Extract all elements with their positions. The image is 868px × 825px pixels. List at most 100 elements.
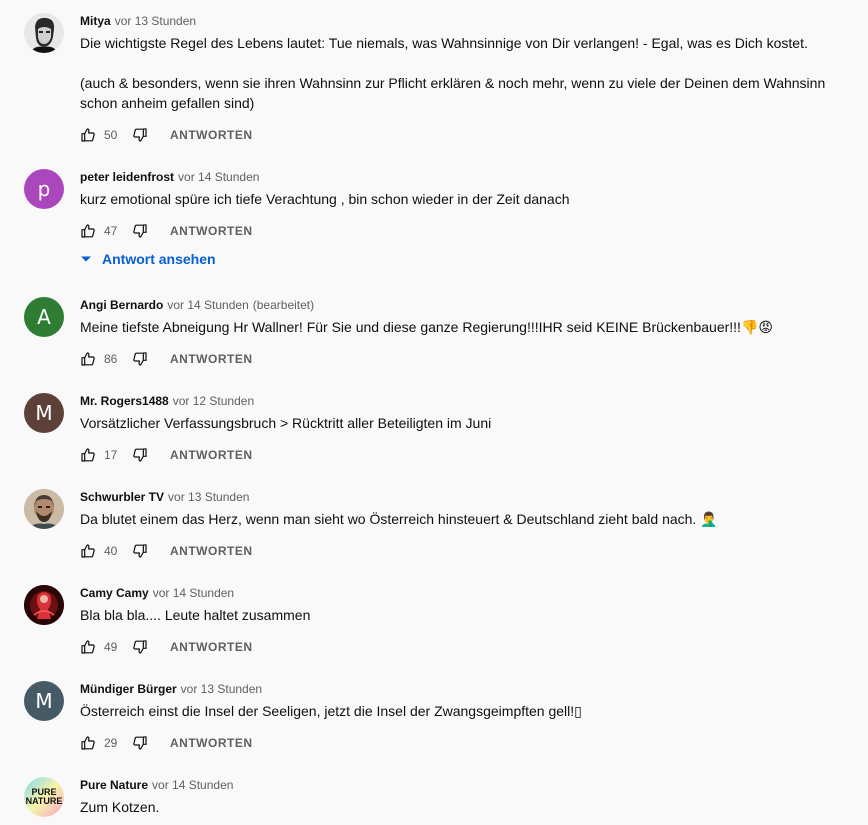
edited-label: (bearbeitet): [252, 298, 315, 312]
thumbs-down-icon: [133, 448, 147, 462]
thumbs-down-icon: [133, 128, 147, 142]
thumbs-up-icon: [81, 448, 95, 462]
comment-paragraph: kurz emotional spüre ich tiefe Verachtun…: [80, 191, 570, 207]
like-button[interactable]: [80, 447, 96, 463]
dislike-button[interactable]: [132, 543, 148, 559]
comment-text: kurz emotional spüre ich tiefe Verachtun…: [80, 189, 860, 209]
like-count: 50: [104, 128, 118, 142]
like-count: 49: [104, 640, 118, 654]
avatar[interactable]: PURE NATURE: [24, 777, 64, 817]
like-button[interactable]: [80, 543, 96, 559]
comment-paragraph: Die wichtigste Regel des Lebens lautet: …: [80, 35, 808, 51]
comment-header: Mr. Rogers1488 vor 12 Stunden: [80, 393, 254, 409]
dislike-button[interactable]: [132, 639, 148, 655]
like-button[interactable]: [80, 351, 96, 367]
comment-header: Angi Bernardo vor 14 Stunden (bearbeitet): [80, 297, 314, 313]
avatar[interactable]: A: [24, 297, 64, 337]
avatar[interactable]: M: [24, 681, 64, 721]
comment-header: peter leidenfrost vor 14 Stunden: [80, 169, 259, 185]
dislike-button[interactable]: [132, 351, 148, 367]
comment-author[interactable]: Pure Nature: [80, 778, 148, 792]
avatar-portrait-icon: [24, 585, 64, 625]
reply-button[interactable]: ANTWORTEN: [170, 640, 253, 654]
avatar[interactable]: p: [24, 169, 64, 209]
like-button[interactable]: [80, 735, 96, 751]
reply-button[interactable]: ANTWORTEN: [170, 352, 253, 366]
comment-actions: 86 ANTWORTEN: [80, 349, 253, 369]
comment-paragraph: Bla bla bla.... Leute haltet zusammen: [80, 607, 311, 623]
thumbs-down-icon: [133, 224, 147, 238]
comment-header: Schwurbler TV vor 13 Stunden: [80, 489, 249, 505]
avatar[interactable]: [24, 585, 64, 625]
dislike-button[interactable]: [132, 735, 148, 751]
comment-actions: 47 ANTWORTEN: [80, 221, 253, 241]
thumbs-down-icon: [133, 352, 147, 366]
thumbs-down-icon: [133, 544, 147, 558]
avatar-letter: p: [37, 177, 51, 201]
comment-author[interactable]: Mr. Rogers1488: [80, 394, 169, 408]
reply-button[interactable]: ANTWORTEN: [170, 224, 253, 238]
comment-text: Österreich einst die Insel der Seeligen,…: [80, 701, 860, 721]
comment-text: Vorsätzlicher Verfassungsbruch > Rücktri…: [80, 413, 860, 433]
reply-button[interactable]: ANTWORTEN: [170, 128, 253, 142]
comment-time[interactable]: vor 14 Stunden: [167, 298, 248, 312]
reply-button[interactable]: ANTWORTEN: [170, 448, 253, 462]
comment-time[interactable]: vor 14 Stunden: [178, 170, 259, 184]
avatar-portrait-icon: [24, 13, 64, 53]
comment-header: Mitya vor 13 Stunden: [80, 13, 196, 29]
logo-line: NATURE: [25, 796, 63, 806]
comment-author[interactable]: peter leidenfrost: [80, 170, 174, 184]
like-button[interactable]: [80, 127, 96, 143]
comment-paragraph: (auch & besonders, wenn sie ihren Wahnsi…: [80, 75, 826, 111]
comment-author[interactable]: Angi Bernardo: [80, 298, 163, 312]
comment-author[interactable]: Camy Camy: [80, 586, 149, 600]
avatar-letter: M: [35, 401, 53, 425]
dislike-button[interactable]: [132, 127, 148, 143]
comment-paragraph: Vorsätzlicher Verfassungsbruch > Rücktri…: [80, 415, 492, 431]
comment-paragraph: Zum Kotzen.: [80, 799, 160, 815]
like-count: 17: [104, 448, 118, 462]
comment-time[interactable]: vor 13 Stunden: [115, 14, 196, 28]
comment-author[interactable]: Mitya: [80, 14, 111, 28]
comment-actions: 50 ANTWORTEN: [80, 125, 253, 145]
comment-actions: 29 ANTWORTEN: [80, 733, 253, 753]
thumbs-down-icon: [133, 640, 147, 654]
comment-text: Die wichtigste Regel des Lebens lautet: …: [80, 33, 860, 113]
reply-button[interactable]: ANTWORTEN: [170, 544, 253, 558]
avatar[interactable]: [24, 13, 64, 53]
comment-actions: 40 ANTWORTEN: [80, 541, 253, 561]
thumbs-up-icon: [81, 640, 95, 654]
thumbs-up-icon: [81, 128, 95, 142]
comment-time[interactable]: vor 12 Stunden: [173, 394, 254, 408]
avatar-letter: A: [37, 305, 51, 329]
comment-paragraph: Meine tiefste Abneigung Hr Wallner! Für …: [80, 319, 773, 335]
comment-time[interactable]: vor 13 Stunden: [168, 490, 249, 504]
like-count: 40: [104, 544, 118, 558]
like-button[interactable]: [80, 223, 96, 239]
like-count: 29: [104, 736, 118, 750]
avatar[interactable]: M: [24, 393, 64, 433]
comment-header: Camy Camy vor 14 Stunden: [80, 585, 234, 601]
comment-author[interactable]: Schwurbler TV: [80, 490, 164, 504]
comment-actions: 49 ANTWORTEN: [80, 637, 253, 657]
view-replies-label: Antwort ansehen: [102, 251, 216, 267]
avatar[interactable]: [24, 489, 64, 529]
comment-author[interactable]: Mündiger Bürger: [80, 682, 177, 696]
comment-time[interactable]: vor 13 Stunden: [181, 682, 262, 696]
dislike-button[interactable]: [132, 447, 148, 463]
comment-header: Mündiger Bürger vor 13 Stunden: [80, 681, 262, 697]
comment-text: Zum Kotzen.: [80, 797, 860, 817]
comment-text: Bla bla bla.... Leute haltet zusammen: [80, 605, 860, 625]
reply-button[interactable]: ANTWORTEN: [170, 736, 253, 750]
comment-text: Meine tiefste Abneigung Hr Wallner! Für …: [80, 317, 860, 337]
dislike-button[interactable]: [132, 223, 148, 239]
comment-time[interactable]: vor 14 Stunden: [153, 586, 234, 600]
view-replies-button[interactable]: Antwort ansehen: [80, 251, 216, 267]
thumbs-up-icon: [81, 352, 95, 366]
comment-paragraph: Österreich einst die Insel der Seeligen,…: [80, 703, 582, 719]
thumbs-up-icon: [81, 544, 95, 558]
comment-time[interactable]: vor 14 Stunden: [152, 778, 233, 792]
like-button[interactable]: [80, 639, 96, 655]
avatar-portrait-icon: [24, 489, 64, 529]
comment-actions: 17 ANTWORTEN: [80, 445, 253, 465]
